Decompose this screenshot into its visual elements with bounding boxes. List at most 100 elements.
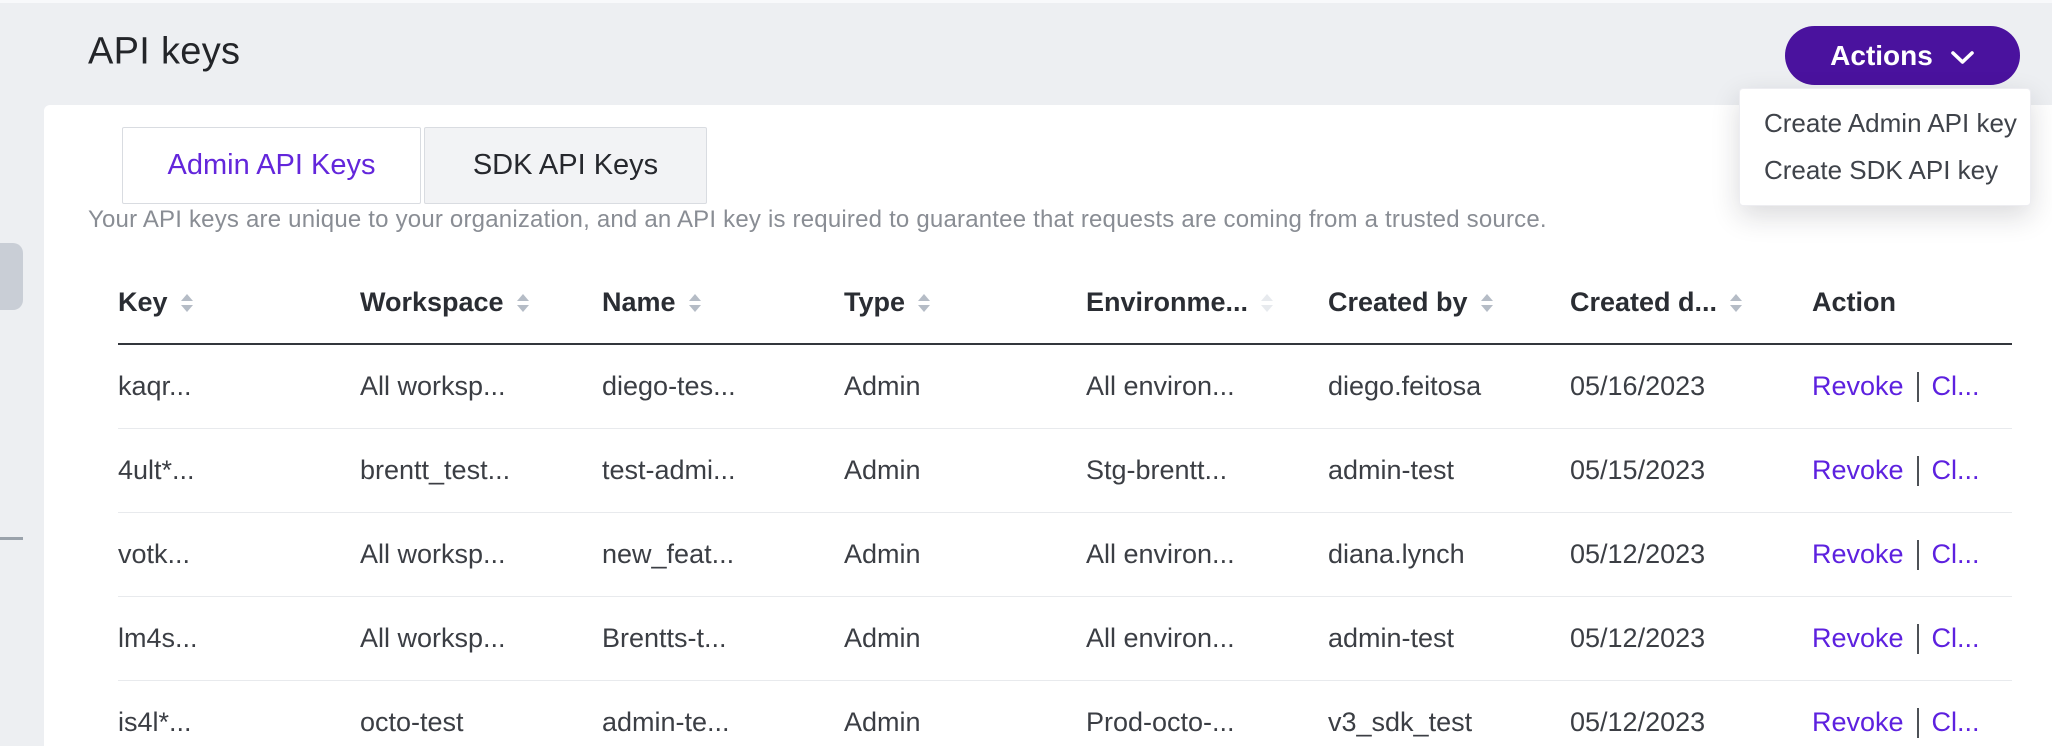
cell-workspace: All worksp... bbox=[360, 623, 602, 654]
cell-workspace: brentt_test... bbox=[360, 455, 602, 486]
tab-sdk-api-keys-label: SDK API Keys bbox=[473, 149, 658, 182]
cell-name: new_feat... bbox=[602, 539, 844, 570]
cell-created-by: admin-test bbox=[1328, 455, 1570, 486]
cell-action: Revoke Cl... bbox=[1812, 455, 2012, 486]
column-label: Workspace bbox=[360, 287, 504, 318]
cell-created-date: 05/15/2023 bbox=[1570, 455, 1812, 486]
cell-key: lm4s... bbox=[118, 623, 360, 654]
column-header-action: Action bbox=[1812, 287, 2012, 318]
cell-environment: All environ... bbox=[1086, 623, 1328, 654]
cell-type: Admin bbox=[844, 371, 1086, 402]
column-header-workspace[interactable]: Workspace bbox=[360, 287, 602, 318]
clone-link[interactable]: Cl... bbox=[1932, 707, 1980, 738]
tab-sdk-api-keys[interactable]: SDK API Keys bbox=[424, 127, 707, 204]
cell-environment: Stg-brentt... bbox=[1086, 455, 1328, 486]
api-keys-table: Key Workspace Name Type Environme... bbox=[118, 262, 2012, 746]
action-divider bbox=[1917, 624, 1919, 654]
api-keys-page: API keys Actions Admin API Keys SDK API … bbox=[0, 0, 2052, 746]
clone-link[interactable]: Cl... bbox=[1932, 371, 1980, 402]
resize-handle[interactable] bbox=[0, 537, 23, 540]
table-row: lm4s... All worksp... Brentts-t... Admin… bbox=[118, 597, 2012, 681]
cell-created-by: diego.feitosa bbox=[1328, 371, 1570, 402]
revoke-link[interactable]: Revoke bbox=[1812, 707, 1904, 738]
column-header-key[interactable]: Key bbox=[118, 287, 360, 318]
sort-icon bbox=[918, 294, 930, 312]
column-label: Environme... bbox=[1086, 287, 1248, 318]
cell-environment: Prod-octo-... bbox=[1086, 707, 1328, 738]
description-text: Your API keys are unique to your organiz… bbox=[88, 206, 1547, 234]
cell-name: test-admi... bbox=[602, 455, 844, 486]
column-header-created-by[interactable]: Created by bbox=[1328, 287, 1570, 318]
cell-key: is4l*... bbox=[118, 707, 360, 738]
column-header-created-date[interactable]: Created d... bbox=[1570, 287, 1812, 318]
menu-item-create-sdk-api-key[interactable]: Create SDK API key bbox=[1740, 147, 2030, 194]
cell-type: Admin bbox=[844, 539, 1086, 570]
cell-created-by: v3_sdk_test bbox=[1328, 707, 1570, 738]
revoke-link[interactable]: Revoke bbox=[1812, 539, 1904, 570]
cell-created-date: 05/12/2023 bbox=[1570, 623, 1812, 654]
cell-environment: All environ... bbox=[1086, 371, 1328, 402]
cell-action: Revoke Cl... bbox=[1812, 371, 2012, 402]
cell-created-by: admin-test bbox=[1328, 623, 1570, 654]
scrollbar-thumb[interactable] bbox=[0, 243, 23, 310]
cell-workspace: All worksp... bbox=[360, 371, 602, 402]
cell-action: Revoke Cl... bbox=[1812, 539, 2012, 570]
table-row: 4ult*... brentt_test... test-admi... Adm… bbox=[118, 429, 2012, 513]
revoke-link[interactable]: Revoke bbox=[1812, 455, 1904, 486]
cell-key: kaqr... bbox=[118, 371, 360, 402]
sort-icon bbox=[1261, 294, 1273, 312]
revoke-link[interactable]: Revoke bbox=[1812, 623, 1904, 654]
cell-action: Revoke Cl... bbox=[1812, 623, 2012, 654]
cell-created-date: 05/12/2023 bbox=[1570, 539, 1812, 570]
cell-created-by: diana.lynch bbox=[1328, 539, 1570, 570]
column-header-environment[interactable]: Environme... bbox=[1086, 287, 1328, 318]
page-title: API keys bbox=[88, 30, 240, 73]
cell-type: Admin bbox=[844, 707, 1086, 738]
chevron-down-icon bbox=[1950, 50, 1975, 65]
cell-name: Brentts-t... bbox=[602, 623, 844, 654]
column-label: Name bbox=[602, 287, 676, 318]
actions-button[interactable]: Actions bbox=[1785, 26, 2020, 85]
table-row: is4l*... octo-test admin-te... Admin Pro… bbox=[118, 681, 2012, 746]
clone-link[interactable]: Cl... bbox=[1932, 623, 1980, 654]
tab-admin-api-keys-label: Admin API Keys bbox=[168, 149, 376, 182]
column-label: Type bbox=[844, 287, 905, 318]
tab-bar: Admin API Keys SDK API Keys bbox=[122, 127, 707, 204]
action-divider bbox=[1917, 372, 1919, 402]
action-divider bbox=[1917, 708, 1919, 738]
sort-icon bbox=[689, 294, 701, 312]
actions-dropdown-menu: Create Admin API key Create SDK API key bbox=[1739, 88, 2031, 206]
cell-created-date: 05/16/2023 bbox=[1570, 371, 1812, 402]
cell-workspace: octo-test bbox=[360, 707, 602, 738]
column-label: Created by bbox=[1328, 287, 1468, 318]
action-divider bbox=[1917, 540, 1919, 570]
action-divider bbox=[1917, 456, 1919, 486]
menu-item-create-admin-api-key[interactable]: Create Admin API key bbox=[1740, 100, 2030, 147]
column-label: Key bbox=[118, 287, 168, 318]
column-header-name[interactable]: Name bbox=[602, 287, 844, 318]
cell-key: votk... bbox=[118, 539, 360, 570]
cell-type: Admin bbox=[844, 623, 1086, 654]
table-header-row: Key Workspace Name Type Environme... bbox=[118, 262, 2012, 345]
cell-created-date: 05/12/2023 bbox=[1570, 707, 1812, 738]
column-header-type[interactable]: Type bbox=[844, 287, 1086, 318]
cell-type: Admin bbox=[844, 455, 1086, 486]
sort-icon bbox=[1730, 294, 1742, 312]
revoke-link[interactable]: Revoke bbox=[1812, 371, 1904, 402]
cell-action: Revoke Cl... bbox=[1812, 707, 2012, 738]
column-label: Created d... bbox=[1570, 287, 1717, 318]
cell-name: diego-tes... bbox=[602, 371, 844, 402]
clone-link[interactable]: Cl... bbox=[1932, 455, 1980, 486]
sort-icon bbox=[181, 294, 193, 312]
table-row: kaqr... All worksp... diego-tes... Admin… bbox=[118, 345, 2012, 429]
cell-environment: All environ... bbox=[1086, 539, 1328, 570]
clone-link[interactable]: Cl... bbox=[1932, 539, 1980, 570]
sort-icon bbox=[517, 294, 529, 312]
actions-button-label: Actions bbox=[1830, 40, 1933, 72]
column-label: Action bbox=[1812, 287, 1896, 318]
tab-admin-api-keys[interactable]: Admin API Keys bbox=[122, 127, 421, 204]
cell-name: admin-te... bbox=[602, 707, 844, 738]
cell-key: 4ult*... bbox=[118, 455, 360, 486]
table-row: votk... All worksp... new_feat... Admin … bbox=[118, 513, 2012, 597]
sort-icon bbox=[1481, 294, 1493, 312]
